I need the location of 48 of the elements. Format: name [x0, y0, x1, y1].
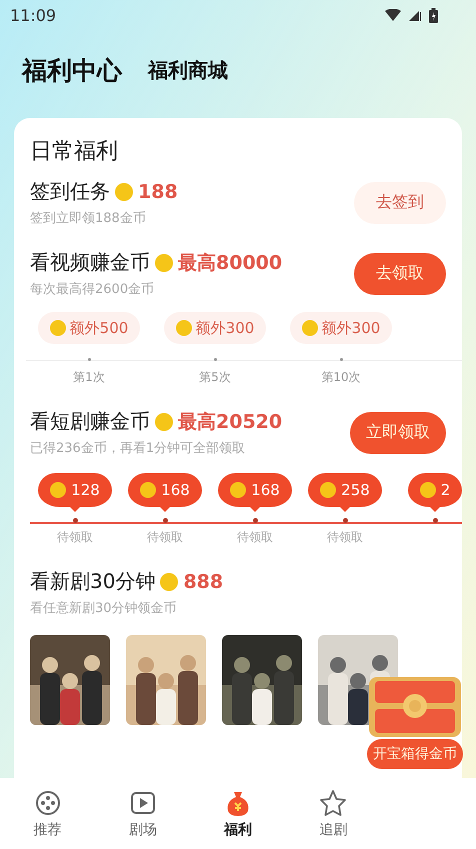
task-subtitle: 已得236金币，再看1分钟可全部领取 [30, 440, 246, 457]
step-label: 待领取 [327, 529, 363, 546]
coin-icon [155, 254, 173, 272]
reward-bubble: 258 [308, 473, 382, 512]
reward-bubble: 168 [218, 473, 292, 512]
nav-tab[interactable]: 追剧 [286, 778, 381, 849]
coin-icon [160, 572, 178, 590]
nav-tab[interactable]: 福利 [190, 778, 286, 849]
open-chest-button[interactable]: 开宝箱得金币 [367, 739, 463, 769]
reward-amount: 最高80000 [178, 250, 282, 276]
task-button[interactable]: 立即领取 [350, 412, 446, 454]
reward-bubble: 128 [38, 473, 112, 512]
milestone-label: 第1次 [73, 369, 105, 386]
milestone-label: 第10次 [321, 369, 361, 386]
nav-tab[interactable]: 推荐 [0, 778, 96, 849]
bonus-pill: 额外300 [290, 312, 392, 344]
header-tab[interactable]: 福利中心 [22, 54, 122, 86]
star-icon [319, 788, 348, 816]
reward-amount: 最高20520 [178, 410, 282, 434]
coin-icon [115, 182, 133, 200]
coin-icon [155, 412, 173, 430]
step-label: 待领取 [237, 529, 273, 546]
task-subtitle: 每次最高得2600金币 [30, 281, 156, 298]
section-title: 日常福利 [30, 138, 119, 166]
task-subtitle: 看任意新剧30分钟领金币 [30, 600, 178, 617]
milestone-label: 第5次 [199, 369, 231, 386]
reward-amount: 188 [138, 180, 178, 202]
reward-bubble: 168 [128, 473, 202, 512]
bonus-pill: 额外300 [164, 312, 266, 344]
task-title: 看新剧30分钟 [30, 568, 156, 595]
wifi-icon [385, 9, 401, 21]
status-time: 11:09 [10, 6, 56, 24]
reward-bubble: 2 [408, 473, 462, 512]
task-title: 看短剧赚金币 [30, 408, 150, 435]
film-reel-icon [34, 788, 62, 816]
step-label: 待领取 [147, 529, 183, 546]
task-title: 看视频赚金币 [30, 249, 150, 276]
signal-icon [409, 9, 421, 21]
header-tab[interactable]: 福利商城 [148, 56, 228, 84]
reward-amount: 888 [183, 570, 224, 592]
step-label: 待领取 [57, 529, 93, 546]
task-subtitle: 签到立即领188金币 [30, 210, 147, 227]
bonus-pill: 额外500 [38, 312, 140, 344]
task-title: 签到任务 [30, 178, 110, 205]
task-button[interactable]: 去签到 [354, 182, 446, 224]
task-button[interactable]: 去领取 [354, 252, 446, 294]
battery-icon [429, 8, 438, 22]
nav-tab[interactable]: 剧场 [95, 778, 190, 849]
